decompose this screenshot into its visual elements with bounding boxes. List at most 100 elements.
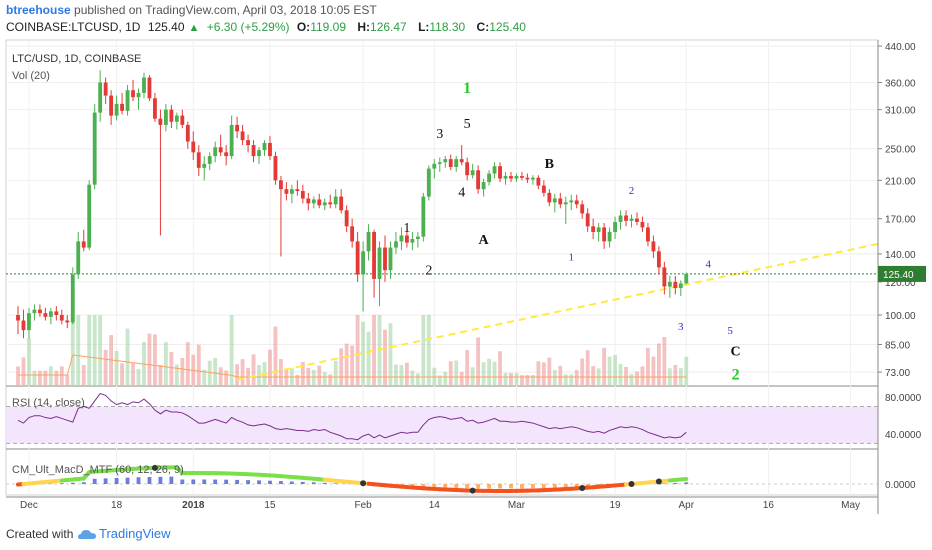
volume-bar — [470, 367, 475, 385]
candle-body — [394, 241, 398, 248]
candle-body — [246, 140, 250, 146]
macd-histogram-bar — [289, 481, 294, 484]
volume-bar — [81, 365, 86, 385]
volume-bar — [448, 361, 453, 385]
volume-bar — [426, 315, 431, 385]
candle-body — [257, 150, 261, 157]
candle-body — [213, 147, 218, 157]
volume-bar — [180, 358, 185, 385]
wave-label: 4 — [705, 258, 711, 270]
close-group: C:125.40 — [476, 20, 526, 34]
candle-body — [92, 112, 97, 185]
macd-histogram-bar — [235, 479, 240, 484]
candle-body — [37, 309, 42, 314]
price-axis[interactable]: 440.00 360.00 310.00 250.00 210.00 170.00 140.… — [877, 40, 926, 514]
candle-body — [87, 184, 92, 248]
candle-body — [339, 196, 344, 211]
candle-body — [656, 251, 661, 268]
time-tick-label: May — [841, 500, 860, 511]
candle-body — [678, 283, 683, 289]
price-tick-label: 73.00 — [885, 368, 910, 379]
volume-bar — [92, 315, 97, 385]
candle-body — [629, 218, 634, 221]
macd-histogram-bar — [103, 478, 108, 484]
time-tick-label: 18 — [111, 500, 123, 511]
volume-bar — [421, 315, 426, 385]
candle-body — [454, 159, 459, 168]
wave-label: 3 — [678, 321, 684, 333]
macd-histogram-bar — [158, 476, 163, 484]
volume-bar — [613, 355, 617, 385]
volume-bar — [514, 373, 519, 385]
candle-body — [306, 198, 311, 204]
volume-bar — [618, 363, 623, 385]
candle-body — [361, 251, 366, 275]
chart-canvas[interactable]: 1 3 5 4 A B 1 2 1 2 3 4 5 C 2 Dec 18 2018 15 Feb 14 Mar 19 Apr… — [0, 38, 932, 518]
candle-body — [651, 241, 656, 252]
candle-body — [240, 131, 245, 141]
candle-body — [76, 241, 81, 275]
candle-body — [465, 162, 470, 176]
candle-body — [109, 95, 114, 116]
macd-histogram-bar — [552, 484, 557, 488]
volume-bar — [98, 315, 103, 385]
candle-body — [43, 313, 48, 317]
volume-bar — [492, 361, 497, 385]
volume-bar — [651, 356, 656, 385]
time-tick-label: 16 — [763, 500, 775, 511]
volume-bar — [235, 364, 240, 385]
candle-body — [59, 315, 64, 321]
volume-bar — [48, 366, 53, 385]
macd-histogram-bar — [487, 484, 491, 489]
time-axis[interactable]: Dec 18 2018 15 Feb 14 Mar 19 Apr 16 May — [6, 496, 878, 511]
macd-cross-dot — [655, 478, 662, 485]
time-tick-label: 2018 — [182, 500, 205, 511]
volume-bar — [454, 360, 459, 385]
candle-body — [580, 204, 585, 214]
candle-body — [333, 196, 338, 205]
last-price-label: 125.40 — [883, 270, 914, 281]
candle-body — [70, 274, 75, 323]
candle-body — [48, 311, 53, 317]
macd-histogram-bar — [92, 478, 97, 484]
macd-histogram-bar — [465, 484, 470, 489]
candle-body — [125, 90, 130, 111]
volume-bar — [125, 328, 130, 385]
price-tick-label: 170.00 — [885, 215, 916, 226]
candle-body — [618, 215, 623, 222]
volume-bar — [153, 334, 157, 385]
trendline — [236, 242, 879, 381]
wave-label: 1 — [568, 252, 574, 264]
candle-body — [180, 115, 185, 125]
volume-bar — [481, 362, 486, 385]
high-value: 126.47 — [370, 20, 407, 34]
macd-cross-dot — [469, 487, 476, 494]
wave-label: 1 — [403, 221, 410, 236]
candle-body — [317, 199, 322, 206]
candle-body — [131, 90, 135, 98]
macd-histogram-bar — [70, 482, 75, 484]
time-tick-label: 15 — [264, 500, 276, 511]
volume-bar — [399, 365, 404, 385]
volume-bar — [76, 315, 81, 385]
rsi-pane[interactable] — [6, 392, 878, 444]
price-tick-label: 250.00 — [885, 145, 916, 156]
symbol-label: COINBASE:LTCUSD, 1D — [6, 20, 141, 34]
candle-body — [443, 159, 448, 163]
wave-label: 3 — [436, 127, 443, 142]
price-tick-label: 360.00 — [885, 79, 916, 90]
tradingview-logo[interactable]: TradingView — [78, 526, 171, 541]
volume-bar — [120, 363, 124, 385]
wave-label: 5 — [464, 117, 471, 132]
candle-body — [607, 231, 612, 242]
candle-body — [415, 236, 420, 240]
candle-body — [235, 124, 240, 132]
macd-histogram-bar — [224, 479, 229, 484]
candle-body — [322, 202, 327, 206]
volume-bar — [410, 370, 415, 385]
volume-bar — [43, 370, 48, 385]
candle-body — [662, 267, 667, 287]
macd-histogram-bar — [81, 482, 86, 484]
author-link[interactable]: btreehouse — [6, 3, 71, 17]
price-tick-label: 100.00 — [885, 311, 916, 322]
